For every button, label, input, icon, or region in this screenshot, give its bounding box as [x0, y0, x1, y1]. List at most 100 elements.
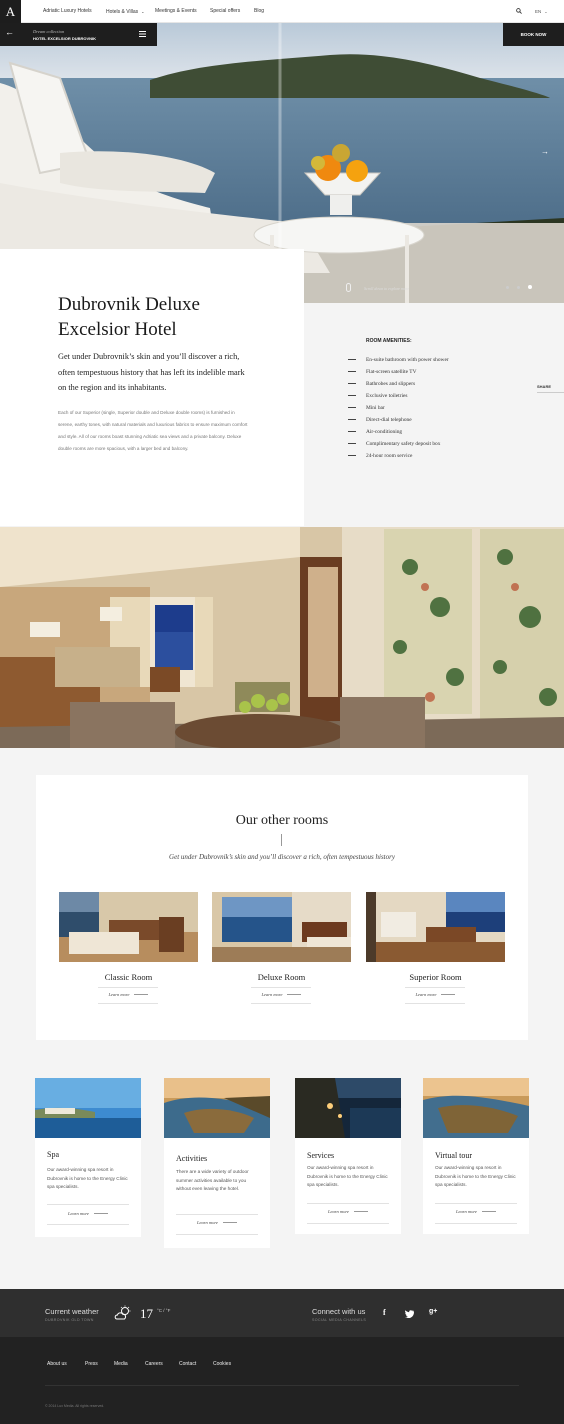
facebook-icon[interactable]: f: [383, 1308, 386, 1317]
divider: [176, 1234, 258, 1235]
amenity-item: Bathrobes and slippers: [348, 381, 508, 387]
divider: [47, 1204, 129, 1205]
intro-body: Each of our Superior (single, Superior d…: [58, 410, 248, 452]
scroll-hint: Scroll down to explore more: [364, 286, 410, 291]
amenity-item: Complimentary safety deposit box: [348, 441, 508, 447]
title-divider: [281, 834, 282, 846]
twitter-icon[interactable]: [405, 1310, 414, 1318]
mouse-scroll-icon: [346, 283, 351, 292]
learn-more-link[interactable]: Learn more: [164, 1220, 270, 1225]
divider: [435, 1223, 517, 1224]
slider-dot[interactable]: [517, 286, 520, 289]
learn-more-link[interactable]: Learn more: [295, 1209, 401, 1214]
deluxe-room-image[interactable]: [212, 892, 351, 962]
room-interior-image: [0, 527, 564, 748]
share-button[interactable]: SHARE: [537, 384, 564, 393]
amenity-item: Air-conditioning: [348, 429, 508, 435]
temperature-unit-toggle[interactable]: °C / °F: [157, 1308, 170, 1313]
amenity-item: Mini bar: [348, 405, 508, 411]
amenity-label: Exclusive toiletries: [366, 393, 408, 399]
divider: [98, 987, 158, 988]
nav-link-hotels[interactable]: Hotels & Villas ⌄: [106, 0, 145, 23]
footer-link-about[interactable]: About us: [47, 1361, 67, 1367]
divider: [435, 1203, 517, 1204]
services-image[interactable]: [295, 1078, 401, 1138]
learn-more-label: Learn more: [108, 992, 130, 997]
footer-link-cookies[interactable]: Cookies: [213, 1361, 231, 1367]
page-title-line: Excelsior Hotel: [58, 319, 177, 340]
nav-link-hotels-label: Hotels & Villas: [106, 9, 139, 15]
amenity-item: Flat-screen satellite TV: [348, 369, 508, 375]
learn-more-link[interactable]: Learn more: [35, 1211, 141, 1216]
book-now-button[interactable]: BOOK NOW: [503, 23, 564, 46]
divider: [307, 1203, 389, 1204]
search-icon[interactable]: [516, 8, 522, 14]
footer-link-media[interactable]: Media: [114, 1361, 128, 1367]
room-name-classic[interactable]: Classic Room: [59, 972, 198, 982]
nav-link-adriatic[interactable]: Adriatic Luxury Hotels: [43, 0, 92, 23]
other-rooms-subtitle: Get under Dubrovnik’s skin and you’ll di…: [169, 853, 395, 861]
learn-more-label: Learn more: [415, 992, 437, 997]
connect-title: Connect with us: [312, 1307, 366, 1316]
back-arrow-icon[interactable]: ←: [5, 27, 14, 37]
nav-link-meetings[interactable]: Meetings & Events: [155, 0, 197, 23]
hotel-breadcrumb-bar: ← Dream collection HOTEL EXCELSIOR DUBRO…: [0, 23, 157, 46]
learn-more-link[interactable]: Learn more: [59, 992, 198, 997]
footer-link-contact[interactable]: Contact: [179, 1361, 196, 1367]
learn-more-label: Learn more: [197, 1220, 218, 1225]
spa-image[interactable]: [35, 1078, 141, 1138]
learn-more-label: Learn more: [261, 992, 283, 997]
nav-link-blog[interactable]: Blog: [254, 0, 264, 23]
divider: [251, 1003, 311, 1004]
amenity-item: 24-hour room service: [348, 453, 508, 459]
superior-room-image[interactable]: [366, 892, 505, 962]
divider: [176, 1214, 258, 1215]
learn-more-link[interactable]: Learn more: [212, 992, 351, 997]
amenity-label: Mini bar: [366, 405, 385, 411]
classic-room-image[interactable]: [59, 892, 198, 962]
feature-title: Virtual tour: [435, 1151, 473, 1160]
room-name-deluxe[interactable]: Deluxe Room: [212, 972, 351, 982]
nav-link-offers[interactable]: Special offers: [210, 0, 240, 23]
feature-title: Services: [307, 1151, 335, 1160]
learn-more-link[interactable]: Learn more: [423, 1209, 529, 1214]
menu-icon[interactable]: [139, 31, 146, 37]
amenity-label: Complimentary safety deposit box: [366, 441, 441, 447]
feature-title: Spa: [47, 1150, 59, 1159]
footer-link-press[interactable]: Press: [85, 1361, 98, 1367]
slider-dot[interactable]: [506, 286, 509, 289]
divider: [405, 987, 465, 988]
feature-text: Our award-winning spa resort in Dubrovni…: [307, 1165, 388, 1188]
amenities-title: ROOM AMENITIES:: [366, 338, 412, 344]
footer-link-careers[interactable]: Careers: [145, 1361, 163, 1367]
learn-more-link[interactable]: Learn more: [366, 992, 505, 997]
page-title-line: Dubrovnik Deluxe: [58, 294, 200, 315]
amenity-label: En-suite bathroom with power shower: [366, 357, 449, 363]
intro-lead: Get under Dubrovnik’s skin and you’ll di…: [58, 352, 245, 392]
divider: [405, 1003, 465, 1004]
room-name-superior[interactable]: Superior Room: [366, 972, 505, 982]
divider: [307, 1223, 389, 1224]
learn-more-label: Learn more: [456, 1209, 477, 1214]
partly-cloudy-icon: [114, 1305, 131, 1320]
google-plus-icon[interactable]: g+: [429, 1308, 437, 1315]
connect-subtitle: SOCIAL MEDIA CHANNELS: [312, 1318, 367, 1322]
chevron-down-icon: ⌄: [141, 9, 145, 14]
language-select[interactable]: EN ⌄: [535, 0, 548, 23]
feature-card-services: Services Our award-winning spa resort in…: [295, 1078, 401, 1234]
amenity-label: 24-hour room service: [366, 453, 413, 459]
weather-location: DUBROVNIK OLD TOWN: [45, 1318, 94, 1322]
feature-text: Our award-winning spa resort in Dubrovni…: [435, 1165, 516, 1188]
amenity-item: Exclusive toiletries: [348, 393, 508, 399]
feature-text: Our award-winning spa resort in Dubrovni…: [47, 1167, 128, 1190]
activities-image[interactable]: [164, 1078, 270, 1138]
virtual-tour-image[interactable]: [423, 1078, 529, 1138]
footer-divider: [45, 1385, 519, 1386]
divider: [98, 1003, 158, 1004]
brand-logo[interactable]: A: [0, 0, 21, 23]
amenity-label: Flat-screen satellite TV: [366, 369, 417, 375]
amenity-label: Direct-dial telephone: [366, 417, 412, 423]
next-arrow-icon[interactable]: →: [541, 147, 549, 156]
slider-dot-active[interactable]: [528, 285, 532, 289]
temperature-value: 17: [140, 1306, 153, 1321]
